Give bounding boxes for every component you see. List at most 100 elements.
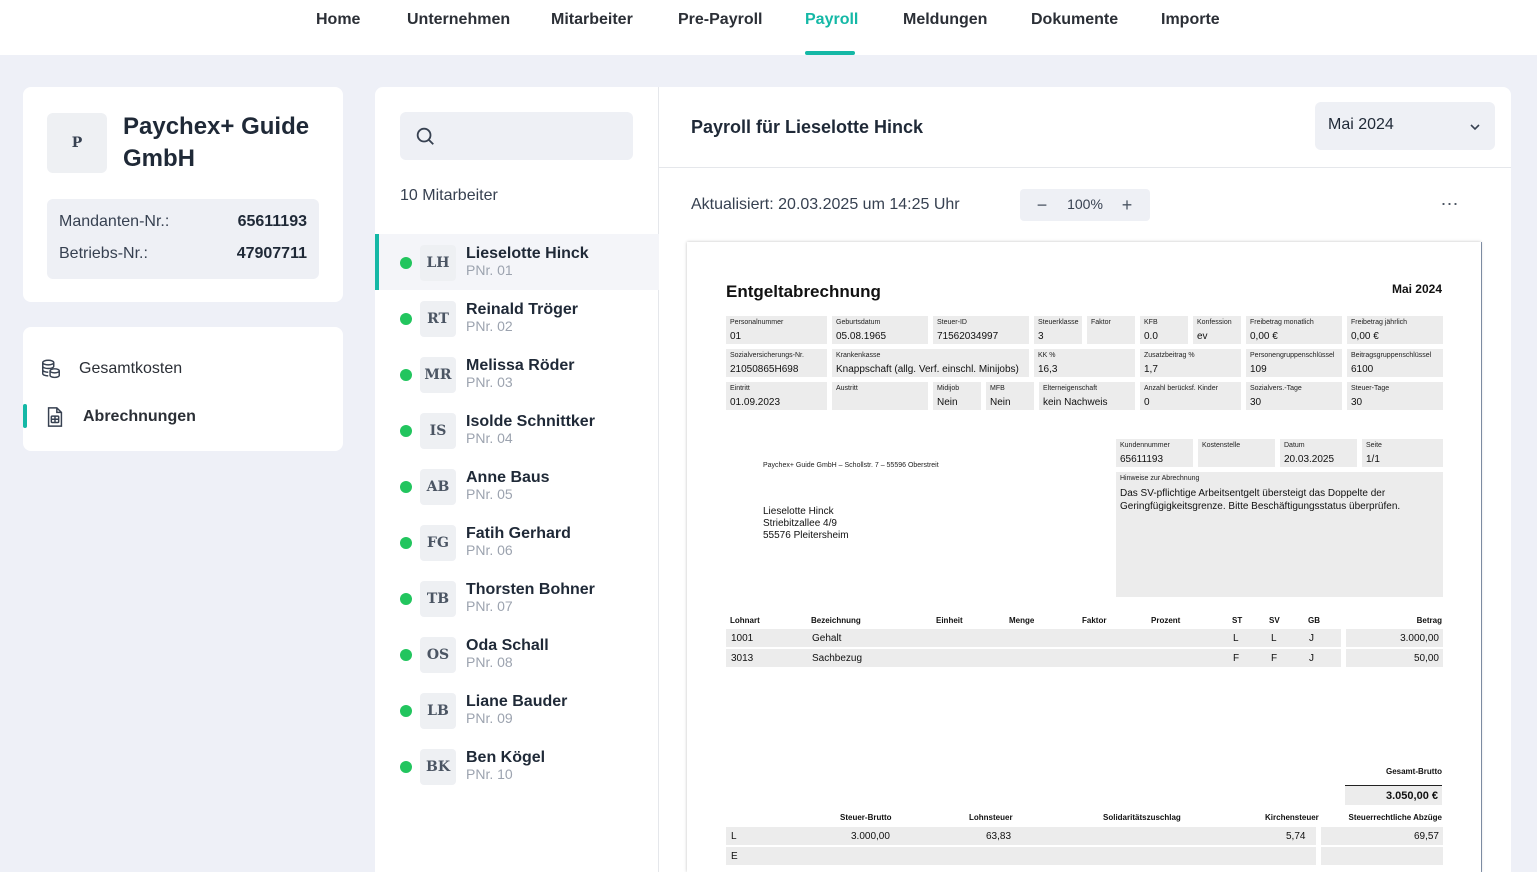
employee-name: Reinald Tröger	[466, 301, 579, 318]
employee-name: Lieselotte Hinck	[466, 245, 589, 262]
status-dot	[400, 369, 412, 381]
status-dot	[400, 537, 412, 549]
search-input[interactable]	[448, 122, 623, 150]
status-dot	[400, 257, 412, 269]
company-card: P Paychex+ Guide GmbH Mandanten-Nr.: 656…	[23, 87, 343, 302]
status-dot	[400, 649, 412, 661]
field-kk-prozent: KK % 16,3	[1034, 349, 1135, 377]
search-icon	[414, 125, 436, 147]
chevron-down-icon	[1469, 120, 1481, 132]
employee-row[interactable]: TB Thorsten Bohner PNr. 07	[375, 570, 659, 626]
employee-pnr: PNr. 02	[466, 318, 513, 334]
side-item-gesamtkosten[interactable]: Gesamtkosten	[23, 354, 343, 384]
employee-name: Thorsten Bohner	[466, 581, 595, 598]
avatar: MR	[420, 357, 456, 393]
avatar: FG	[420, 525, 456, 561]
field-midijob: Midijob Nein	[933, 382, 981, 410]
table-row: 1001 Gehalt L L J 3.000,00	[726, 629, 1443, 647]
field-datum: Datum 20.03.2025	[1280, 439, 1357, 467]
betrieb-label: Betriebs-Nr.:	[59, 245, 148, 262]
status-dot	[400, 481, 412, 493]
avatar: RT	[420, 301, 456, 337]
col-header: Lohnart	[730, 616, 760, 625]
col-header: Faktor	[1082, 616, 1107, 625]
employee-row[interactable]: BK Ben Kögel PNr. 10	[375, 738, 659, 794]
col-header: Bezeichnung	[811, 616, 861, 625]
payslip-document: Entgeltabrechnung Mai 2024 Personalnumme…	[687, 242, 1481, 872]
page-title: Payroll für Lieselotte Hinck	[691, 117, 924, 137]
field-mfb: MFB Nein	[986, 382, 1034, 410]
nav-mitarbeiter[interactable]: Mitarbeiter	[551, 11, 633, 29]
field-krankenkasse: Krankenkasse Knappschaft (allg. Verf. ein…	[832, 349, 1029, 377]
nav-unternehmen[interactable]: Unternehmen	[407, 11, 510, 29]
avatar: TB	[420, 581, 456, 617]
employee-row[interactable]: LH Lieselotte Hinck PNr. 01	[375, 234, 659, 290]
field-kostenstelle: Kostenstelle	[1198, 439, 1275, 467]
employee-pnr: PNr. 10	[466, 766, 513, 782]
payroll-panel: Payroll für Lieselotte Hinck Mai 2024 Ak…	[659, 87, 1511, 872]
nav-active-indicator	[805, 51, 855, 55]
updated-timestamp: Aktualisiert: 20.03.2025 um 14:25 Uhr	[691, 196, 960, 213]
field-zusatzbeitrag: Zusatzbeitrag % 1,7	[1140, 349, 1241, 377]
zoom-in-button[interactable]: +	[1115, 193, 1139, 217]
employee-pnr: PNr. 07	[466, 598, 513, 614]
mandant-label: Mandanten-Nr.:	[59, 213, 170, 230]
nav-home[interactable]: Home	[316, 11, 360, 29]
tax-col-header: Steuerrechtliche Abzüge	[1348, 813, 1442, 822]
month-select-value: Mai 2024	[1328, 116, 1394, 133]
field-austritt: Austritt	[832, 382, 928, 410]
month-select[interactable]: Mai 2024	[1315, 102, 1495, 150]
employee-name: Ben Kögel	[466, 749, 546, 766]
table-row: 3013 Sachbezug F F J 50,00	[726, 649, 1443, 667]
status-dot	[400, 425, 412, 437]
field-geburtsdatum: Geburtsdatum 05.08.1965	[832, 316, 928, 344]
employee-pnr: PNr. 03	[466, 374, 513, 390]
field-personengruppe: Personengruppenschlüssel 109	[1246, 349, 1342, 377]
employee-row[interactable]: MR Melissa Röder PNr. 03	[375, 346, 659, 402]
employee-row[interactable]: RT Reinald Tröger PNr. 02	[375, 290, 659, 346]
tax-col-header: Solidaritätszuschlag	[1103, 813, 1181, 822]
col-header: Betrag	[1416, 616, 1442, 625]
nav-importe[interactable]: Importe	[1161, 11, 1220, 29]
avatar: LB	[420, 693, 456, 729]
employee-row[interactable]: LB Liane Bauder PNr. 09	[375, 682, 659, 738]
recipient-address: Lieselotte Hinck Striebitzallee 4/9 5557…	[763, 506, 849, 541]
tax-row: L 3.000,00 63,83 5,74 69,57	[726, 827, 1443, 845]
coins-icon	[39, 357, 63, 381]
side-item-label: Gesamtkosten	[79, 360, 183, 377]
employee-row[interactable]: OS Oda Schall PNr. 08	[375, 626, 659, 682]
status-dot	[400, 593, 412, 605]
field-eintritt: Eintritt 01.09.2023	[726, 382, 827, 410]
search-box[interactable]	[400, 112, 633, 160]
field-kfb: KFB 0.0	[1140, 316, 1188, 344]
field-freibetrag-monatlich: Freibetrag monatlich 0,00 €	[1246, 316, 1342, 344]
employee-name: Isolde Schnittker	[466, 413, 595, 430]
side-nav: Gesamtkosten Abrechnungen	[23, 327, 343, 451]
employee-name: Liane Bauder	[466, 693, 568, 710]
nav-meldungen[interactable]: Meldungen	[903, 11, 987, 29]
more-options-button[interactable]: ⋯	[1439, 193, 1461, 215]
col-header: GB	[1308, 616, 1320, 625]
status-dot	[400, 761, 412, 773]
field-personalnummer: Personalnummer 01	[726, 316, 827, 344]
employee-row[interactable]: AB Anne Baus PNr. 05	[375, 458, 659, 514]
col-header: ST	[1232, 616, 1243, 625]
document-icon	[43, 405, 67, 429]
field-elterneigenschaft: Elterneigenschaft kein Nachweis	[1039, 382, 1135, 410]
field-faktor: Faktor	[1087, 316, 1135, 344]
employee-pnr: PNr. 05	[466, 486, 513, 502]
employee-name: Anne Baus	[466, 469, 550, 486]
nav-payroll[interactable]: Payroll	[805, 11, 858, 29]
field-steuer-tage: Steuer-Tage 30	[1347, 382, 1443, 410]
field-kundennummer: Kundennummer 65611193	[1116, 439, 1193, 467]
nav-pre-payroll[interactable]: Pre-Payroll	[678, 11, 762, 29]
nav-dokumente[interactable]: Dokumente	[1031, 11, 1118, 29]
employee-row[interactable]: IS Isolde Schnittker PNr. 04	[375, 402, 659, 458]
side-item-abrechnungen[interactable]: Abrechnungen	[23, 402, 343, 432]
employee-name: Fatih Gerhard	[466, 525, 571, 542]
company-avatar: P	[47, 113, 107, 173]
field-sv-nummer: Sozialversicherungs-Nr. 21050865H698	[726, 349, 827, 377]
employee-pnr: PNr. 01	[466, 262, 513, 278]
tax-row: E	[726, 847, 1443, 865]
employee-row[interactable]: FG Fatih Gerhard PNr. 06	[375, 514, 659, 570]
